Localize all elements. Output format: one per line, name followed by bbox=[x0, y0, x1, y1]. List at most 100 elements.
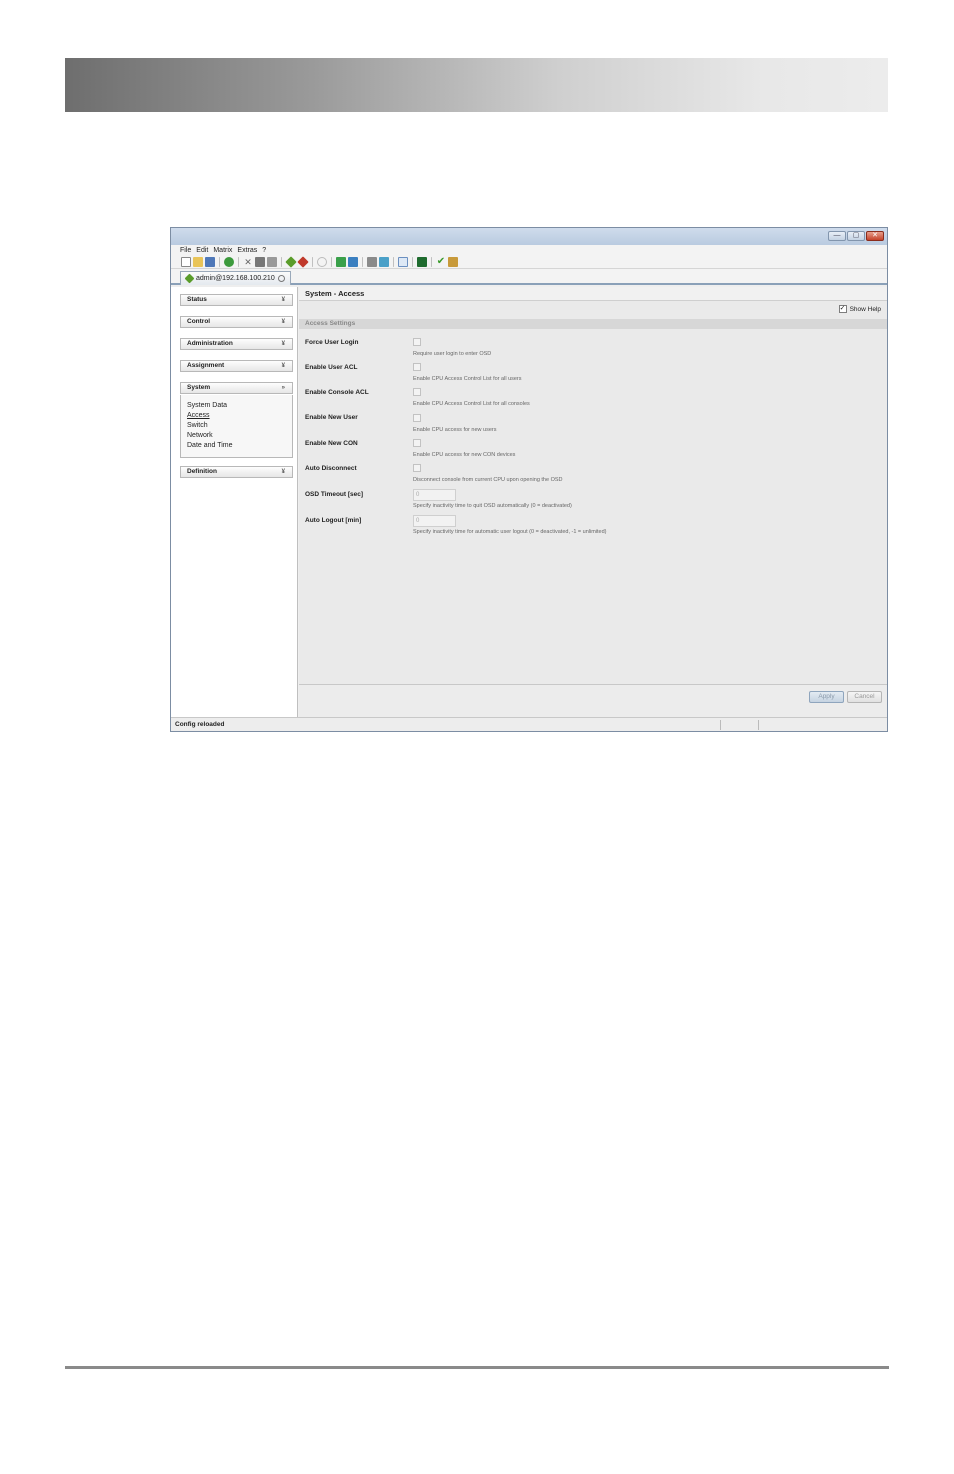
menu-extras[interactable]: Extras bbox=[237, 247, 257, 254]
sidebar-section-label: System bbox=[187, 384, 211, 391]
toolbar-separator bbox=[219, 256, 220, 267]
force-user-login-checkbox[interactable] bbox=[413, 338, 421, 346]
setting-label: Force User Login bbox=[305, 339, 359, 346]
sidebar-item-network[interactable]: Network bbox=[187, 432, 213, 439]
disconnect-icon[interactable] bbox=[297, 255, 309, 268]
toolbar-separator bbox=[362, 256, 363, 267]
toolbar: ✕ ✔ bbox=[171, 255, 887, 269]
page-header-band bbox=[65, 58, 888, 112]
setting-help: Enable CPU access for new users bbox=[413, 427, 497, 433]
connect-icon[interactable] bbox=[285, 255, 297, 268]
paste-icon[interactable] bbox=[267, 256, 277, 267]
osd-timeout-input[interactable]: 0 bbox=[413, 489, 456, 501]
menu-edit[interactable]: Edit bbox=[196, 247, 208, 254]
system-submenu: System Data Access Switch Network Date a… bbox=[180, 395, 293, 458]
menu-matrix[interactable]: Matrix bbox=[213, 247, 232, 254]
setting-help: Specify inactivity time to quit OSD auto… bbox=[413, 503, 572, 509]
menu-file[interactable]: File bbox=[180, 247, 191, 254]
manual-page: — ▢ ✕ File Edit Matrix Extras ? ✕ ✔ admi… bbox=[0, 0, 954, 1474]
tab-row: admin@192.168.100.210 bbox=[171, 269, 887, 285]
sidebar-section-label: Administration bbox=[187, 340, 233, 347]
document-icon[interactable] bbox=[367, 256, 377, 267]
open-icon[interactable] bbox=[193, 256, 203, 267]
download-icon[interactable] bbox=[336, 256, 346, 267]
sidebar-item-system-data[interactable]: System Data bbox=[187, 402, 227, 409]
tab-label: admin@192.168.100.210 bbox=[196, 275, 275, 282]
sidebar-section-control[interactable]: Control ¥ bbox=[180, 316, 293, 328]
apply-button[interactable]: Apply bbox=[809, 691, 844, 703]
toolbar-separator bbox=[412, 256, 413, 267]
report-icon[interactable] bbox=[398, 256, 408, 267]
sidebar-item-date-time[interactable]: Date and Time bbox=[187, 442, 233, 449]
sidebar-section-label: Definition bbox=[187, 468, 217, 475]
toolbar-separator bbox=[431, 256, 432, 267]
close-button[interactable]: ✕ bbox=[866, 231, 884, 241]
setting-label: Auto Logout [min] bbox=[305, 517, 362, 524]
chevron-up-icon: » bbox=[281, 385, 285, 391]
setting-help: Require user login to enter OSD bbox=[413, 351, 492, 357]
status-bar: Config reloaded bbox=[171, 717, 887, 731]
sidebar-section-assignment[interactable]: Assignment ¥ bbox=[180, 360, 293, 372]
tab-connection[interactable]: admin@192.168.100.210 bbox=[180, 271, 291, 285]
setting-label: Auto Disconnect bbox=[305, 465, 357, 472]
chevron-down-icon: ¥ bbox=[281, 297, 285, 303]
cut-icon[interactable]: ✕ bbox=[243, 257, 253, 267]
sidebar-section-system[interactable]: System » bbox=[180, 382, 293, 394]
main-body: Status ¥ Control ¥ Administration ¥ Assi… bbox=[171, 287, 887, 717]
status-divider bbox=[758, 720, 759, 730]
setting-label: OSD Timeout [sec] bbox=[305, 491, 364, 498]
new-icon[interactable] bbox=[181, 256, 191, 267]
sidebar-item-switch[interactable]: Switch bbox=[187, 422, 208, 429]
reload-icon[interactable] bbox=[224, 256, 234, 267]
content-panel: System - Access ✓ Show Help Access Setti… bbox=[299, 287, 887, 717]
toolbar-separator bbox=[393, 256, 394, 267]
upload-icon[interactable] bbox=[348, 256, 358, 267]
sidebar-section-status[interactable]: Status ¥ bbox=[180, 294, 293, 306]
toolbar-separator bbox=[238, 256, 239, 267]
toolbar-separator bbox=[312, 256, 313, 267]
connection-icon bbox=[184, 273, 195, 284]
sidebar: Status ¥ Control ¥ Administration ¥ Assi… bbox=[171, 287, 298, 717]
chevron-down-icon: ¥ bbox=[281, 319, 285, 325]
refresh-icon[interactable] bbox=[277, 275, 285, 282]
setting-label: Enable Console ACL bbox=[305, 389, 369, 396]
check-icon[interactable]: ✔ bbox=[436, 256, 446, 267]
title-bar: — ▢ ✕ bbox=[171, 228, 887, 245]
button-bar: Apply Cancel bbox=[299, 684, 887, 717]
chevron-down-icon: ¥ bbox=[281, 363, 285, 369]
show-help-toggle[interactable]: ✓ Show Help bbox=[838, 305, 881, 313]
settings-icon[interactable] bbox=[317, 256, 327, 267]
sidebar-item-access[interactable]: Access bbox=[187, 412, 210, 419]
monitor-icon[interactable] bbox=[417, 256, 427, 267]
show-help-label: Show Help bbox=[849, 305, 881, 313]
auto-disconnect-checkbox[interactable] bbox=[413, 464, 421, 472]
enable-console-acl-checkbox[interactable] bbox=[413, 388, 421, 396]
menu-help[interactable]: ? bbox=[262, 247, 266, 254]
copy-icon[interactable] bbox=[255, 256, 265, 267]
cancel-button[interactable]: Cancel bbox=[847, 691, 882, 703]
sidebar-section-administration[interactable]: Administration ¥ bbox=[180, 338, 293, 350]
page-title: System - Access bbox=[299, 287, 887, 301]
setting-help: Enable CPU Access Control List for all c… bbox=[413, 401, 530, 407]
enable-new-con-checkbox[interactable] bbox=[413, 439, 421, 447]
tools-icon[interactable] bbox=[448, 256, 458, 267]
section-header: Access Settings bbox=[299, 319, 887, 329]
save-icon[interactable] bbox=[205, 256, 215, 267]
enable-new-user-checkbox[interactable] bbox=[413, 414, 421, 422]
setting-help: Specify inactivity time for automatic us… bbox=[413, 529, 607, 535]
chevron-down-icon: ¥ bbox=[281, 341, 285, 347]
toolbar-separator bbox=[331, 256, 332, 267]
show-help-checkbox[interactable]: ✓ bbox=[838, 305, 847, 313]
auto-logout-input[interactable]: 0 bbox=[413, 515, 456, 527]
export-icon[interactable] bbox=[379, 256, 389, 267]
maximize-button[interactable]: ▢ bbox=[847, 231, 865, 241]
minimize-button[interactable]: — bbox=[828, 231, 846, 241]
enable-user-acl-checkbox[interactable] bbox=[413, 363, 421, 371]
status-message: Config reloaded bbox=[175, 721, 225, 728]
page-footer-rule bbox=[65, 1366, 889, 1369]
setting-help: Enable CPU access for new CON devices bbox=[413, 452, 516, 458]
window-controls: — ▢ ✕ bbox=[828, 231, 884, 241]
sidebar-section-definition[interactable]: Definition ¥ bbox=[180, 466, 293, 478]
toolbar-separator bbox=[281, 256, 282, 267]
setting-label: Enable New CON bbox=[305, 440, 358, 447]
